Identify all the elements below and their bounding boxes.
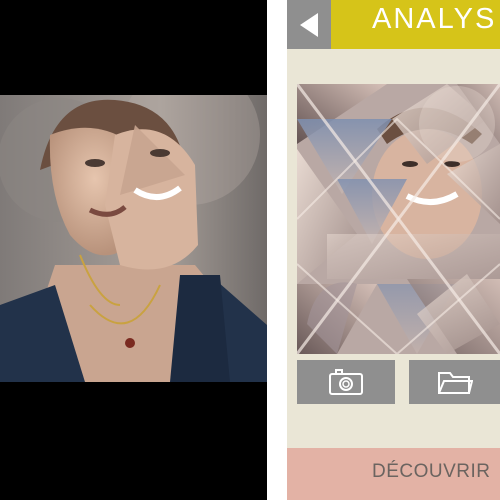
page-title: ANALYS [372,3,497,35]
discover-label: DÉCOUVRIR [372,461,491,482]
title-banner: ANALYS [331,0,500,49]
analysis-mosaic-image [297,84,500,354]
fragmented-portrait-photo [0,95,267,382]
folder-button[interactable] [409,360,500,404]
back-arrow-icon [300,12,318,37]
left-phone-screen [0,0,267,500]
folder-icon [437,372,473,394]
camera-button[interactable] [297,360,395,404]
camera-icon [329,369,363,395]
discover-button[interactable]: DÉCOUVRIR [287,448,500,500]
analysis-app-screen: ANALYS DÉCOUVRIR [287,0,500,500]
top-bar: ANALYS [287,0,500,49]
back-button[interactable] [287,0,331,49]
